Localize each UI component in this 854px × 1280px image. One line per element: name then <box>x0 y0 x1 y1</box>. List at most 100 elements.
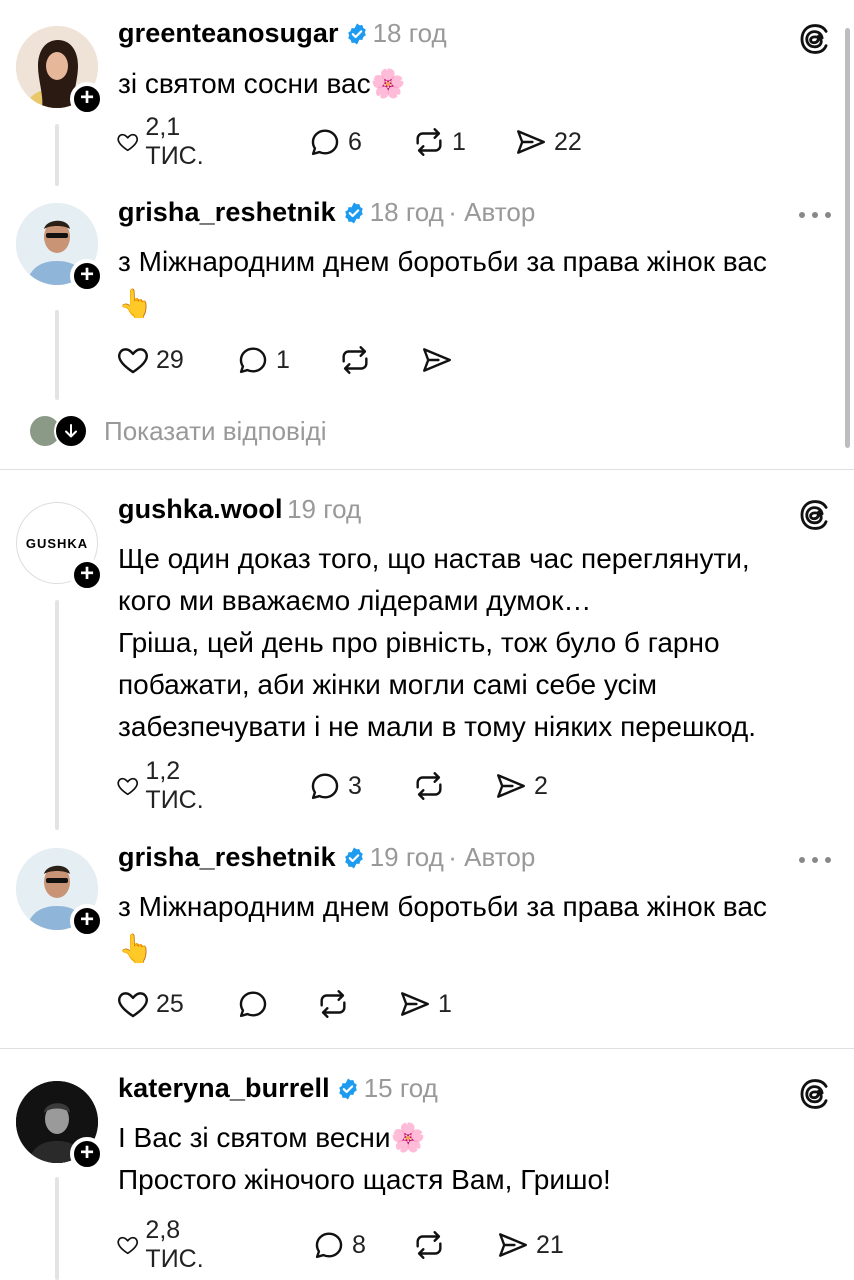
threads-logo-icon[interactable] <box>798 22 832 56</box>
reply-bubble-icon <box>308 769 342 803</box>
follow-plus-button[interactable]: + <box>70 1137 104 1171</box>
heart-icon <box>116 769 139 803</box>
share-button[interactable]: 21 <box>496 1225 564 1265</box>
repost-button[interactable]: 1 <box>412 122 466 162</box>
repost-icon <box>338 343 372 377</box>
share-count: 22 <box>554 127 582 156</box>
username[interactable]: grisha_reshetnik <box>118 197 336 227</box>
share-send-icon <box>496 1228 530 1262</box>
share-button[interactable]: 2 <box>494 766 548 806</box>
like-count: 2,1 ТИС. <box>145 113 204 170</box>
like-button[interactable]: 1,2 ТИС. <box>116 757 214 814</box>
reply-bubble-icon <box>312 1228 346 1262</box>
threads-logo-icon[interactable] <box>798 1077 832 1111</box>
repost-button[interactable] <box>316 984 356 1024</box>
author-tag: · Автор <box>448 197 536 227</box>
timestamp: 18 год <box>372 18 447 48</box>
post-text-line: побажати, аби жінки могли самі себе усім <box>118 669 658 700</box>
reply-count: 1 <box>276 345 290 374</box>
heart-icon <box>116 1228 139 1262</box>
share-button[interactable] <box>420 340 460 380</box>
post-header: grisha_reshetnik 18 год · Автор <box>118 197 535 237</box>
reply-bubble-icon <box>236 343 270 377</box>
verified-badge-icon <box>342 846 366 870</box>
timestamp: 19 год <box>369 842 444 872</box>
post-text: з Міжнародним днем боротьби за права жін… <box>118 241 838 325</box>
more-options-icon[interactable] <box>798 210 832 220</box>
verified-badge-icon <box>336 1077 360 1101</box>
repost-icon <box>412 1228 446 1262</box>
post-text-line: 👆 <box>118 933 153 964</box>
thread-post: + kateryna_burrell 15 год І Вас зі святом… <box>0 1049 854 1280</box>
thread-post: + grisha_reshetnik 19 год · Автор з Міжна… <box>0 840 854 1048</box>
share-button[interactable]: 22 <box>514 122 582 162</box>
post-text-line: забезпечувати і не мали в тому ніяких пе… <box>118 711 757 742</box>
username[interactable]: kateryna_burrell <box>118 1073 330 1103</box>
like-button[interactable]: 2,8 ТИС. <box>116 1216 214 1273</box>
timestamp: 15 год <box>363 1073 438 1103</box>
thread-post: GUSHKA + gushka.wool 19 год Ще один дока… <box>0 470 854 840</box>
reply-button[interactable]: 3 <box>308 766 362 806</box>
share-button[interactable]: 1 <box>398 984 452 1024</box>
more-options-icon[interactable] <box>798 855 832 865</box>
post-text: І Вас зі святом весни🌸 Простого жіночого… <box>118 1117 838 1201</box>
reply-button[interactable]: 1 <box>236 340 290 380</box>
share-send-icon <box>514 125 548 159</box>
like-count: 1,2 ТИС. <box>145 757 204 814</box>
post-text-line: Простого жіночого щастя Вам, Гришо! <box>118 1164 611 1195</box>
post-text: з Міжнародним днем боротьби за права жін… <box>118 886 838 970</box>
like-count: 29 <box>156 345 184 374</box>
post-header: greenteanosugar 18 год <box>118 18 447 58</box>
post-text-line: зі святом сосни вас🌸 <box>118 68 406 99</box>
post-text-line: кого ми вважаємо лідерами думок… <box>118 585 592 616</box>
author-tag: · Автор <box>448 842 536 872</box>
reply-count: 8 <box>352 1230 366 1259</box>
post-header: grisha_reshetnik 19 год · Автор <box>118 842 535 882</box>
post-text-line: 👆 <box>118 288 153 319</box>
repost-button[interactable] <box>338 340 378 380</box>
follow-plus-button[interactable]: + <box>70 558 104 592</box>
post-header: kateryna_burrell 15 год <box>118 1073 438 1113</box>
timestamp: 19 год <box>287 494 362 524</box>
follow-plus-button[interactable]: + <box>70 259 104 293</box>
reply-bubble-icon <box>308 125 342 159</box>
reply-button[interactable]: 8 <box>312 1225 366 1265</box>
username[interactable]: greenteanosugar <box>118 18 339 48</box>
arrow-down-icon <box>54 414 88 448</box>
share-send-icon <box>494 769 528 803</box>
post-text-line: І Вас зі святом весни🌸 <box>118 1122 426 1153</box>
follow-plus-button[interactable]: + <box>70 82 104 116</box>
like-button[interactable]: 2,1 ТИС. <box>116 113 214 170</box>
threads-logo-icon[interactable] <box>798 498 832 532</box>
username[interactable]: grisha_reshetnik <box>118 842 336 872</box>
reply-button[interactable] <box>236 984 276 1024</box>
reply-button[interactable]: 6 <box>308 122 362 162</box>
avatar-logo-text: GUSHKA <box>25 535 89 551</box>
post-text-line: Гріша, цей день про рівність, тож було б… <box>118 627 720 658</box>
share-send-icon <box>398 987 432 1021</box>
post-text-line: Ще один доказ того, що настав час перегл… <box>118 543 750 574</box>
username[interactable]: gushka.wool <box>118 494 283 524</box>
thread-post: + greenteanosugar 18 год зі святом сосни … <box>0 0 854 195</box>
like-button[interactable]: 25 <box>116 984 184 1024</box>
show-replies-row[interactable]: Показати відповіді <box>28 413 327 449</box>
heart-icon <box>116 343 150 377</box>
like-button[interactable]: 29 <box>116 340 184 380</box>
reply-count: 6 <box>348 127 362 156</box>
post-text-line: з Міжнародним днем боротьби за права жін… <box>118 891 767 922</box>
post-text: Ще один доказ того, що настав час перегл… <box>118 538 838 748</box>
repost-button[interactable] <box>412 1225 452 1265</box>
thread-post: + grisha_reshetnik 18 год · Автор з Міжна… <box>0 195 854 470</box>
show-replies-label: Показати відповіді <box>104 415 327 446</box>
like-count: 2,8 ТИС. <box>145 1216 204 1273</box>
thread-connector-line <box>55 600 59 830</box>
timestamp: 18 год <box>369 197 444 227</box>
follow-plus-button[interactable]: + <box>70 904 104 938</box>
repost-icon <box>412 769 446 803</box>
verified-badge-icon <box>345 22 369 46</box>
heart-icon <box>116 987 150 1021</box>
thread-connector-line <box>55 124 59 186</box>
share-send-icon <box>420 343 454 377</box>
repost-button[interactable] <box>412 766 452 806</box>
thread-connector-line <box>55 310 59 400</box>
